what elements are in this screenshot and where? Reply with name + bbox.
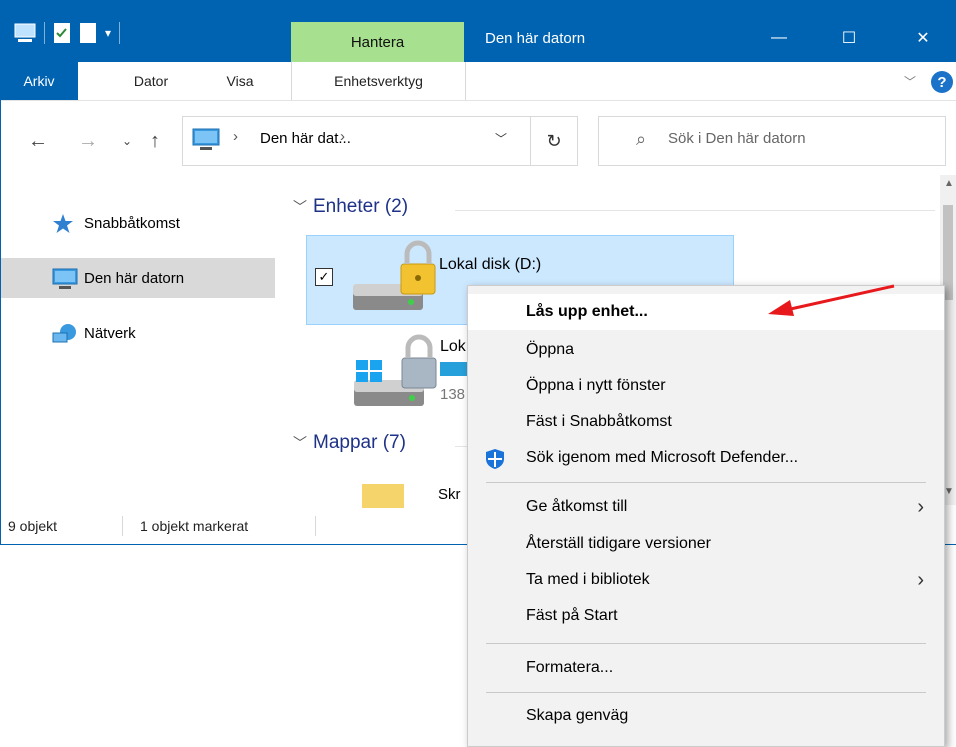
system-drive-icon [354,334,437,406]
breadcrumb-chevron-icon[interactable]: › [233,128,238,145]
star-icon [53,214,73,233]
group-header-devices[interactable]: ﹀ Enheter (2) [293,196,408,218]
address-dropdown-icon[interactable]: ﹀ [495,130,507,147]
item-count: 9 objekt [8,518,58,534]
help-icon[interactable]: ? [931,71,953,93]
menu-label: Fäst på Start [526,607,618,624]
tab-arkiv[interactable]: Arkiv [0,62,78,100]
maximize-button[interactable]: ☐ [826,22,872,54]
tab-dator[interactable]: Dator [115,62,187,100]
menu-separator [486,643,926,644]
nav-item-this-pc[interactable]: Den här datorn [0,258,275,298]
up-arrow-icon[interactable]: ↑ [150,130,160,153]
menu-separator [486,482,926,483]
scroll-down-icon[interactable]: ▼ [944,486,954,497]
nav-item-quick-access[interactable]: Snabbåtkomst [0,203,275,243]
nav-label: Snabbåtkomst [84,214,180,232]
status-divider [122,516,123,536]
nav-item-network[interactable]: Nätverk [0,313,275,353]
selected-count: 1 objekt markerat [140,518,249,534]
menu-item-format[interactable]: Formatera... [468,650,944,686]
menu-separator [486,692,926,693]
defender-icon [486,449,504,469]
menu-item-defender-scan[interactable]: Sök igenom med Microsoft Defender... [468,440,944,476]
menu-label: Öppna i nytt fönster [526,377,666,394]
breadcrumb-chevron-icon[interactable]: › [340,128,345,145]
annotation-arrow-icon [768,284,895,316]
forward-arrow-icon[interactable]: → [78,130,98,153]
status-divider [315,516,316,536]
drive-usage-bar [440,362,470,376]
drive-size-partial: 138 [440,386,466,403]
search-placeholder: Sök i Den här datorn [668,130,806,147]
quick-access-toolbar: ▾ [14,22,121,44]
group-label: Enheter (2) [313,196,409,217]
computer-icon[interactable] [14,23,36,43]
minimize-button[interactable]: — [756,22,802,54]
submenu-arrow-icon: › [917,495,924,518]
menu-item-give-access[interactable]: Ge åtkomst till › [468,489,944,525]
group-header-folders[interactable]: ﹀ Mappar (7) [293,432,406,454]
menu-item-pin-start[interactable]: Fäst på Start [468,598,944,634]
search-icon: ⌕ [636,129,647,149]
nav-label: Den här datorn [84,269,185,287]
tab-enhetsverktyg[interactable]: Enhetsverktyg [291,62,466,100]
collapse-chevron-icon[interactable]: ﹀ [293,433,307,453]
context-menu: Lås upp enhet... Öppna Öppna i nytt föns… [467,285,945,747]
selection-checkbox[interactable]: ✓ [315,268,333,286]
ribbon-tabs: Arkiv Dator Visa Enhetsverktyg ﹀ ? [0,62,956,101]
scroll-up-icon[interactable]: ▲ [944,178,954,189]
address-bar[interactable] [182,116,577,166]
refresh-button[interactable]: ↻ [530,116,578,166]
new-folder-icon[interactable] [79,22,97,44]
group-divider [455,210,935,211]
collapse-chevron-icon[interactable]: ﹀ [293,197,307,217]
window-title: Den här datorn [485,30,586,47]
menu-item-open-new-window[interactable]: Öppna i nytt fönster [468,368,944,404]
submenu-arrow-icon: › [917,568,924,591]
breadcrumb-this-pc[interactable]: Den här dat... [260,130,351,147]
customize-qa-icon[interactable]: ▾ [105,26,111,40]
menu-label: Ta med i bibliotek [526,571,650,588]
menu-label: Lås upp enhet... [526,303,648,320]
window-border [0,0,1,544]
this-pc-icon [192,128,220,150]
menu-label: Sök igenom med Microsoft Defender... [526,449,799,466]
locked-drive-icon [353,240,436,310]
menu-item-open[interactable]: Öppna [468,332,944,368]
title-bar: ▾ Hantera Den här datorn — ☐ ✕ [0,0,956,62]
menu-item-include-library[interactable]: Ta med i bibliotek › [468,562,944,598]
tab-visa[interactable]: Visa [210,62,270,100]
menu-label: Ge åtkomst till [526,498,628,515]
drive-name: Lokal disk (D:) [439,256,542,273]
expand-ribbon-icon[interactable]: ﹀ [900,68,920,94]
close-button[interactable]: ✕ [900,22,946,54]
menu-item-restore-versions[interactable]: Återställ tidigare versioner [468,526,944,562]
folder-icon [362,484,404,508]
nav-label: Nätverk [84,324,136,342]
this-pc-icon [52,268,78,289]
network-icon [52,324,76,343]
menu-label: Öppna [526,341,575,358]
properties-icon[interactable] [53,22,71,44]
recent-locations-icon[interactable]: ⌄ [122,134,132,148]
menu-label: Återställ tidigare versioner [526,535,711,552]
drive-name-partial: Lok [440,338,466,355]
menu-item-create-shortcut[interactable]: Skapa genväg [468,698,944,734]
menu-label: Skapa genväg [526,707,629,724]
folder-name-partial: Skr [438,486,461,503]
menu-item-pin-quick-access[interactable]: Fäst i Snabbåtkomst [468,404,944,440]
group-divider [455,446,467,447]
back-arrow-icon[interactable]: ← [28,130,48,153]
menu-label: Fäst i Snabbåtkomst [526,413,672,430]
menu-label: Formatera... [526,659,614,676]
group-label: Mappar (7) [313,432,406,453]
manage-context-tab[interactable]: Hantera [291,22,464,62]
